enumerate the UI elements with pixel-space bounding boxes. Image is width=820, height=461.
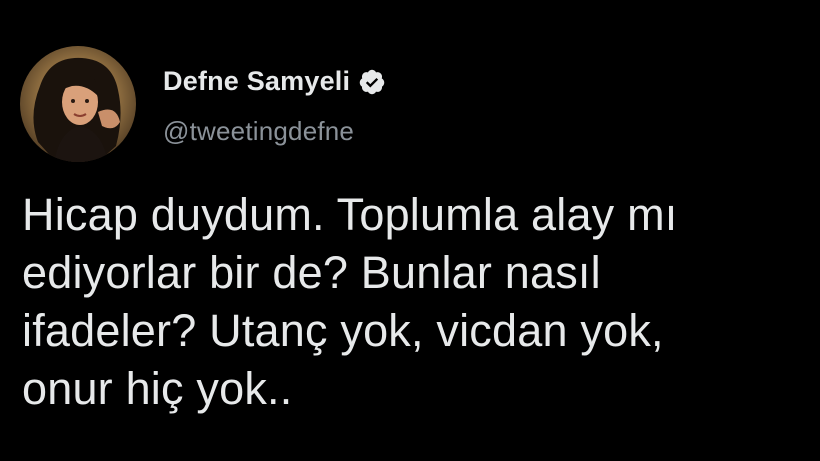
author-names: Defne Samyeli @tweetingdefne	[163, 62, 386, 147]
display-name-row: Defne Samyeli	[163, 62, 386, 102]
tweet-text-line: onur hiç yok..	[22, 363, 293, 414]
tweet-text: Hicap duydum. Toplumla alay mı ediyorlar…	[22, 186, 812, 418]
verified-badge-icon	[358, 68, 386, 96]
display-name[interactable]: Defne Samyeli	[163, 66, 350, 97]
tweet-text-line: Hicap duydum. Toplumla alay mı	[22, 189, 678, 240]
tweet-card: Defne Samyeli @tweetingdefne Hicap duydu…	[0, 0, 820, 461]
tweet-header: Defne Samyeli @tweetingdefne	[20, 44, 386, 164]
tweet-text-line: ediyorlar bir de? Bunlar nasıl	[22, 247, 601, 298]
user-handle[interactable]: @tweetingdefne	[163, 116, 386, 147]
tweet-text-line: ifadeler? Utanç yok, vicdan yok,	[22, 305, 664, 356]
avatar[interactable]	[20, 46, 136, 162]
avatar-image	[20, 46, 136, 162]
